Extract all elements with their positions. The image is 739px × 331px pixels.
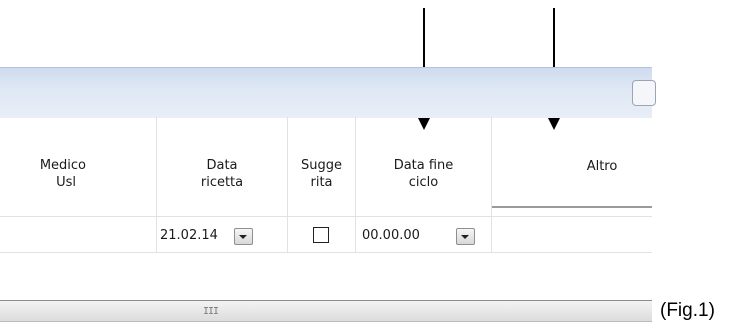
annotation-arrowhead-data-fine-ciclo [418,118,430,130]
data-fine-ciclo-value[interactable]: 00.00.00 [362,227,420,244]
column-header-data-fine-ciclo[interactable]: Data fine ciclo [356,157,491,191]
grid-divider [0,252,652,253]
column-header-medico-usl[interactable]: Medico Usl [0,157,86,191]
column-header-altro[interactable]: Altro [492,154,652,208]
suggerita-checkbox[interactable] [313,227,329,243]
grid-divider [0,216,652,217]
column-header-suggerita[interactable]: Sugge rita [288,157,355,191]
data-ricetta-dropdown-button[interactable] [234,228,253,245]
figure-caption: (Fig.1) [660,300,715,321]
data-ricetta-value[interactable]: 21.02.14 [160,227,218,244]
annotation-arrowhead-altro [548,118,560,130]
window-titlebar [0,67,656,118]
column-header-data-ricetta[interactable]: Data ricetta [157,157,287,191]
window-control-button[interactable] [632,80,656,106]
horizontal-scrollbar[interactable]: III [0,300,652,322]
data-fine-ciclo-dropdown-button[interactable] [456,228,475,245]
scrollbar-grip-icon: III [203,306,219,317]
